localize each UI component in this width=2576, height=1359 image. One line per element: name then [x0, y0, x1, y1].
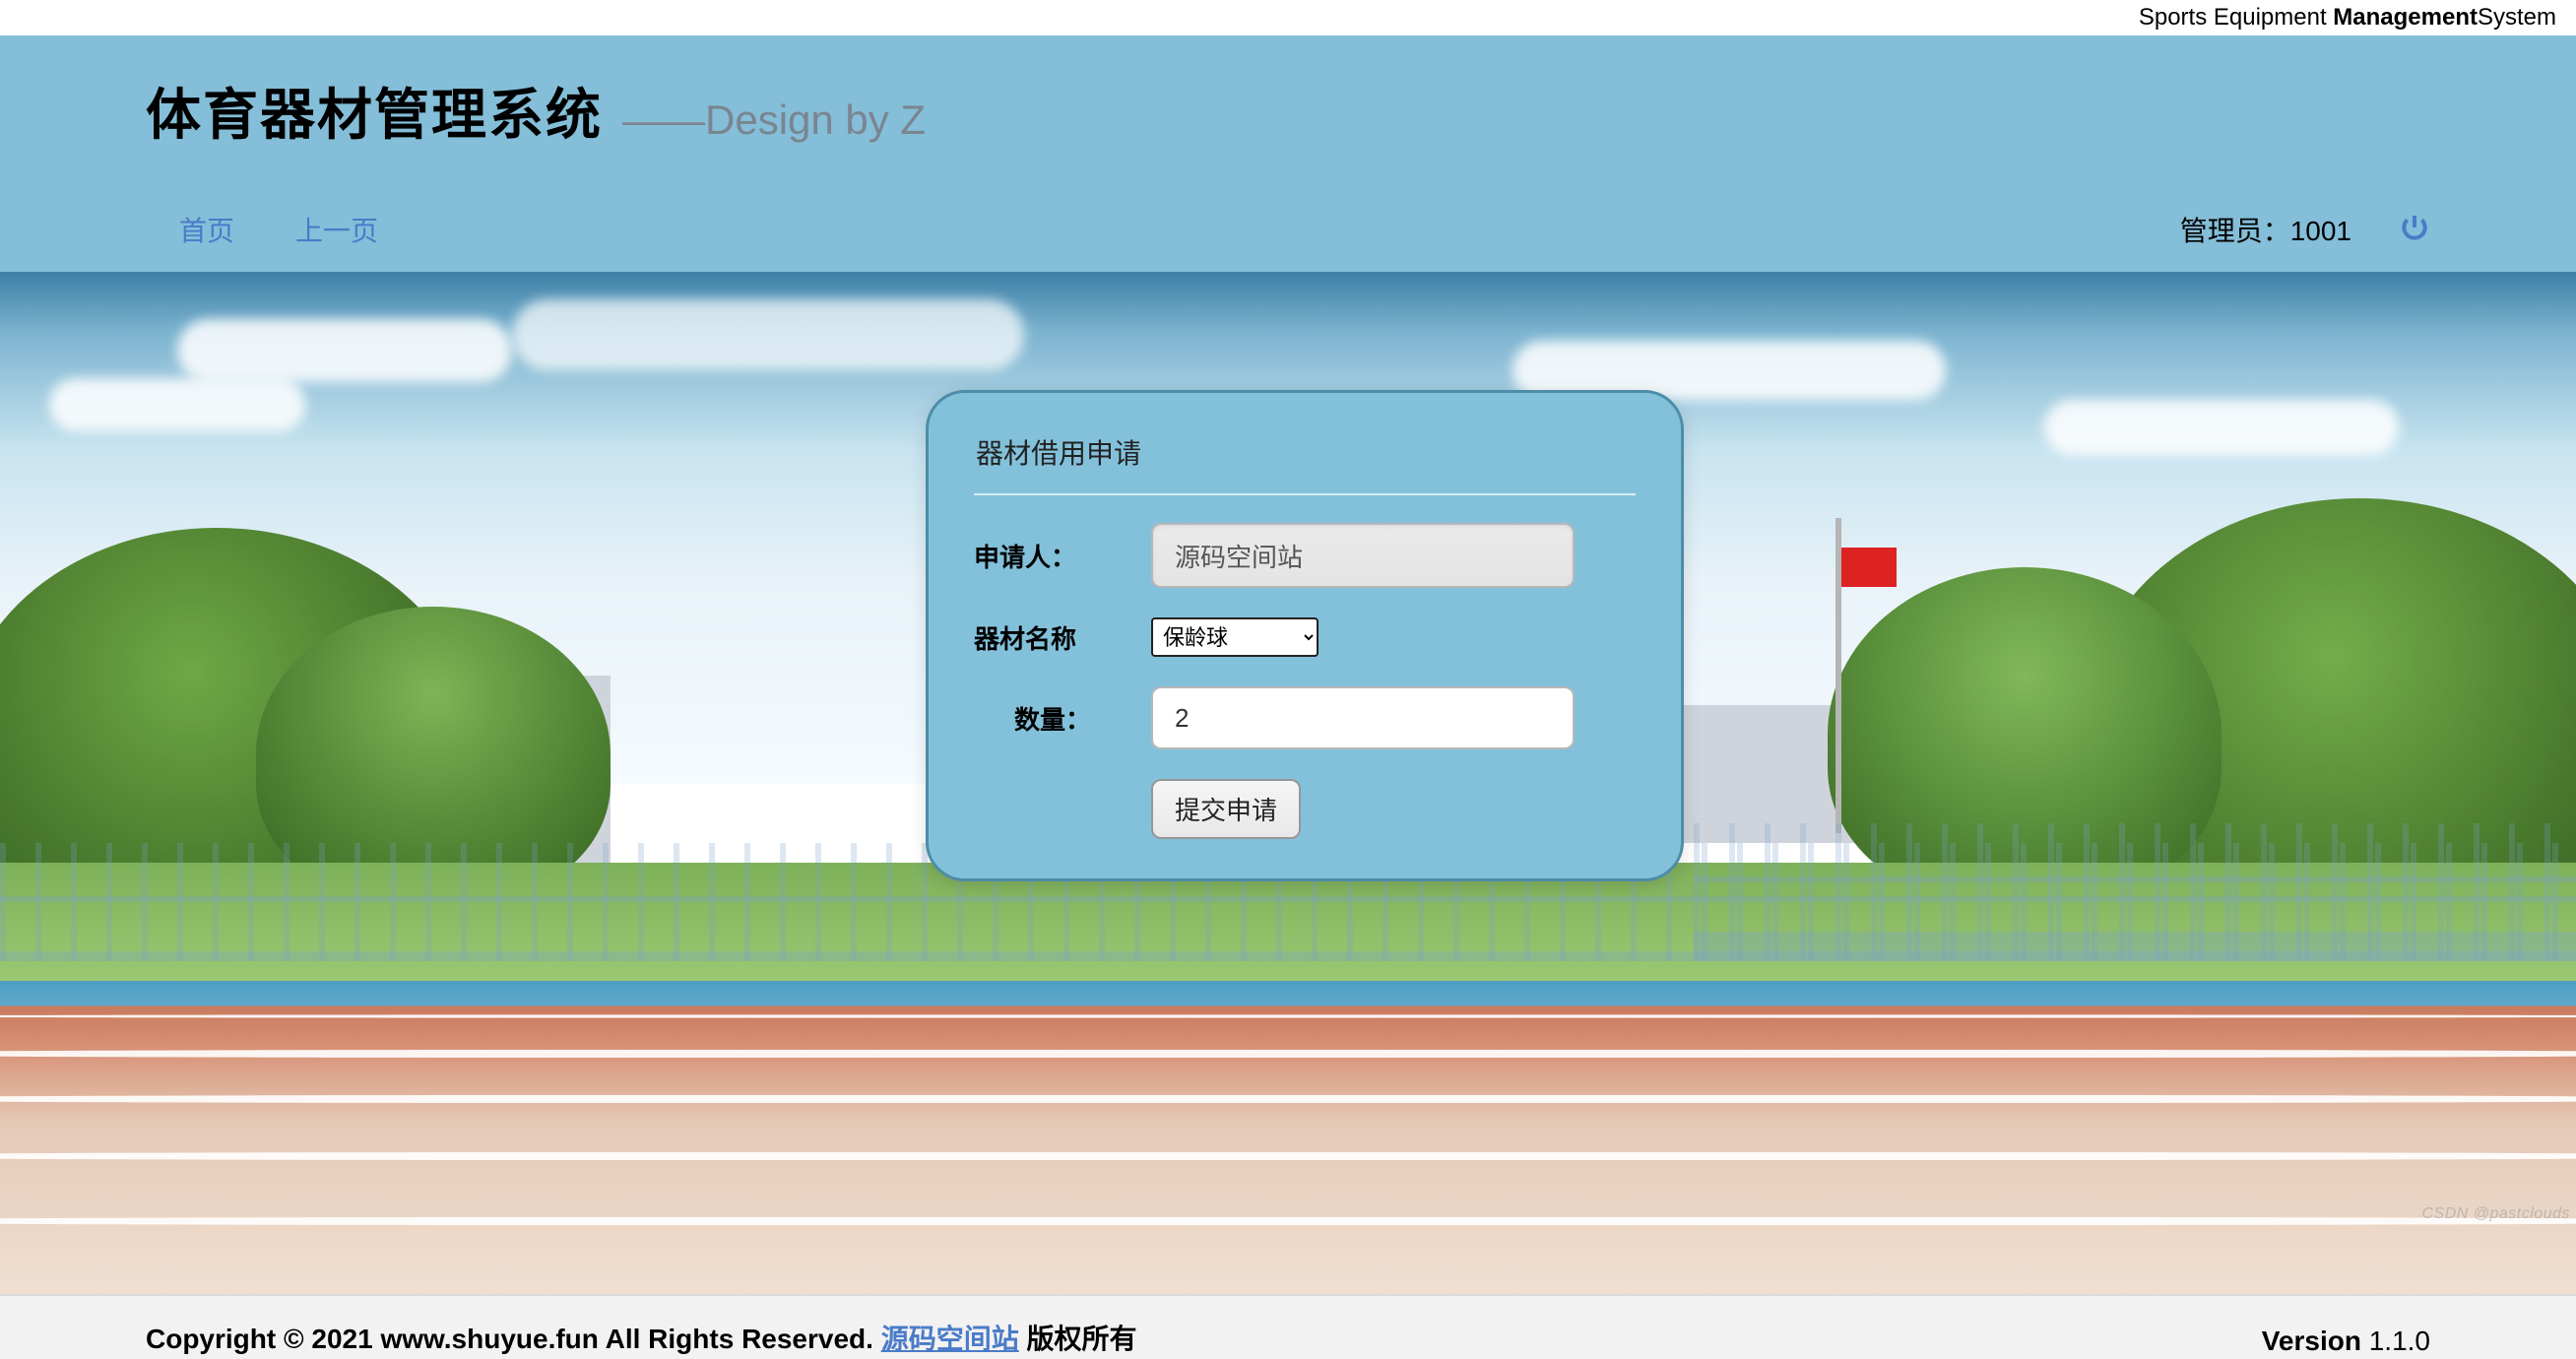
content: 器材借用申请 申请人： 器材名称 保龄球 数量： 提交申请 CSDN @past… [0, 272, 2576, 1296]
footer-version: Version 1.1.0 [2262, 1326, 2430, 1357]
bg-fence [1694, 823, 2576, 961]
equipment-select[interactable]: 保龄球 [1151, 617, 1319, 657]
applicant-input[interactable] [1151, 523, 1575, 588]
cloud [49, 378, 305, 431]
cloud [2044, 400, 2399, 455]
footer-copyright-prefix: Copyright © 2021 www.shuyue.fun All Righ… [146, 1324, 873, 1354]
footer-version-label: Version [2262, 1326, 2369, 1356]
cloud [512, 299, 1024, 370]
nav-links: 首页 上一页 [146, 210, 378, 249]
footer-copyright: Copyright © 2021 www.shuyue.fun All Righ… [146, 1318, 1137, 1357]
applicant-label: 申请人： [974, 538, 1151, 574]
equipment-label: 器材名称 [974, 619, 1151, 656]
bg-track [0, 981, 2576, 1296]
bg-track-lane [0, 1152, 2576, 1160]
cloud [177, 319, 512, 382]
topbar-brand-bold: Management [2333, 4, 2478, 31]
nav-home[interactable]: 首页 [179, 210, 234, 249]
header-title-row: 体育器材管理系统 ——Design by Z [146, 71, 2430, 151]
topbar: Sports Equipment ManagementSystem [0, 0, 2576, 35]
bg-track-lane [0, 1095, 2576, 1103]
topbar-brand-prefix: Sports Equipment [2139, 4, 2333, 31]
form-row-quantity: 数量： [974, 686, 1636, 749]
form-row-equipment: 器材名称 保龄球 [974, 617, 1636, 657]
nav-back[interactable]: 上一页 [295, 210, 378, 249]
footer: Copyright © 2021 www.shuyue.fun All Righ… [0, 1294, 2576, 1359]
quantity-label: 数量： [974, 700, 1151, 737]
topbar-brand: Sports Equipment ManagementSystem [2139, 4, 2556, 31]
bg-track-lane [0, 1014, 2576, 1017]
bg-track-lane [0, 1050, 2576, 1058]
form-row-submit: 提交申请 [974, 779, 1636, 839]
divider [974, 493, 1636, 495]
header: 体育器材管理系统 ——Design by Z 首页 上一页 管理员：1001 [0, 35, 2576, 272]
form-row-applicant: 申请人： [974, 523, 1636, 588]
nav-right: 管理员：1001 [2180, 210, 2430, 249]
nav-row: 首页 上一页 管理员：1001 [146, 210, 2430, 249]
site-subtitle: ——Design by Z [622, 97, 926, 144]
bg-track-lane [0, 1217, 2576, 1225]
footer-version-value: 1.1.0 [2369, 1326, 2430, 1356]
bg-flag [1841, 548, 1897, 587]
submit-button[interactable]: 提交申请 [1151, 779, 1301, 839]
topbar-brand-suffix: System [2478, 4, 2556, 31]
site-title: 体育器材管理系统 [146, 71, 603, 151]
admin-label: 管理员：1001 [2180, 210, 2351, 249]
footer-link[interactable]: 源码空间站 [881, 1324, 1019, 1354]
watermark: CSDN @pastclouds [2421, 1205, 2570, 1223]
footer-copyright-suffix: 版权所有 [1027, 1324, 1137, 1354]
form-card: 器材借用申请 申请人： 器材名称 保龄球 数量： 提交申请 [926, 390, 1684, 881]
quantity-input[interactable] [1151, 686, 1575, 749]
form-card-title: 器材借用申请 [974, 432, 1636, 472]
power-icon[interactable] [2399, 212, 2430, 248]
